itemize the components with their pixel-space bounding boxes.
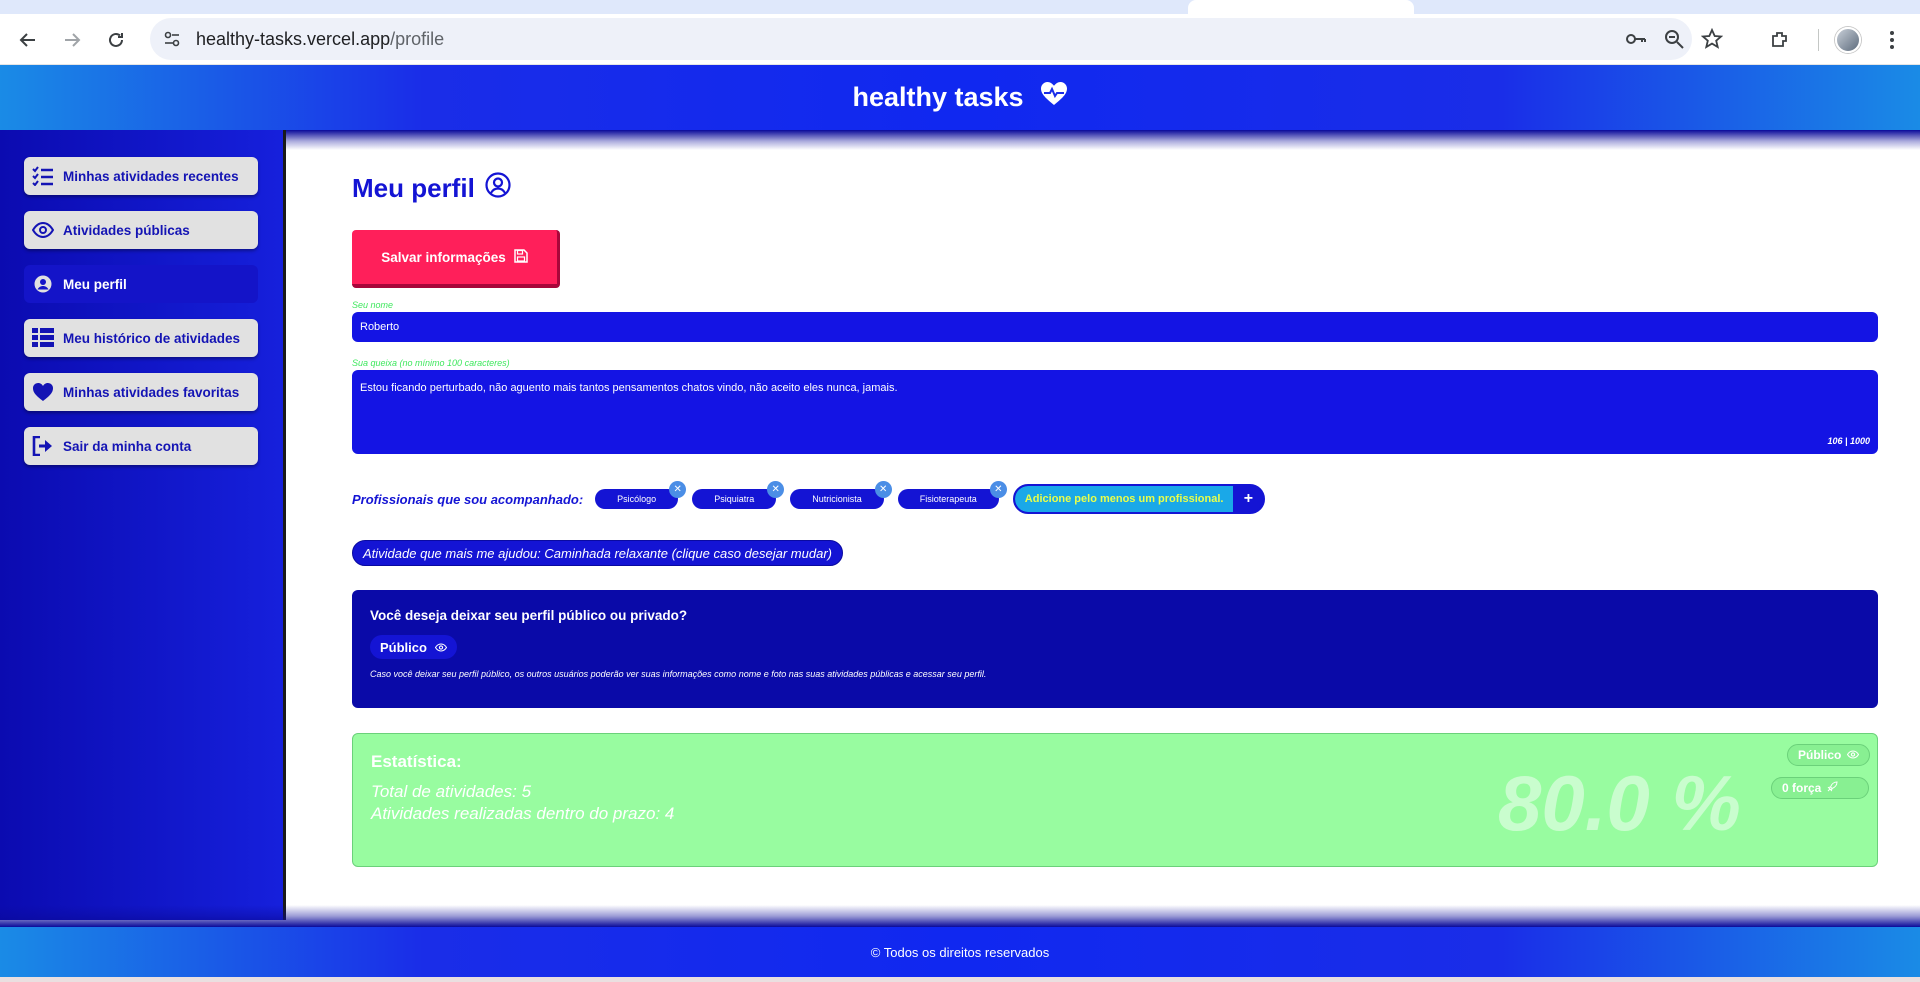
app-header: healthy tasks	[0, 65, 1920, 130]
sidebar-item-recent-activities[interactable]: Minhas atividades recentes	[24, 157, 258, 195]
sidebar-item-logout[interactable]: Sair da minha conta	[24, 427, 258, 465]
sidebar-item-activity-history[interactable]: Meu histórico de atividades	[24, 319, 258, 357]
professional-chip: Nutricionista ✕	[790, 481, 892, 509]
browser-toolbar: healthy-tasks.vercel.app/profile	[0, 14, 1920, 65]
save-button-label: Salvar informações	[381, 249, 506, 265]
checklist-icon	[32, 165, 54, 187]
professional-chip-label: Psicólogo	[617, 494, 657, 504]
footer: © Todos os direitos reservados	[0, 927, 1920, 977]
eye-icon	[32, 219, 54, 241]
footer-shadow	[0, 905, 1920, 927]
browser-active-tab[interactable]	[1188, 0, 1414, 14]
completion-percentage: 80.0 %	[1498, 759, 1741, 847]
privacy-toggle-button[interactable]: Público	[370, 635, 457, 659]
remove-chip-icon[interactable]: ✕	[669, 481, 687, 498]
professional-chip-label: Psiquiatra	[714, 494, 755, 504]
bottom-strip	[0, 977, 1920, 982]
status-badge-public: Público	[1787, 744, 1871, 766]
user-circle-icon	[485, 172, 511, 205]
header-shadow	[0, 130, 1920, 150]
sidebar-item-label: Meu perfil	[63, 276, 127, 292]
copyright-text: © Todos os direitos reservados	[870, 944, 1050, 960]
statistics-card: Estatística: Total de atividades: 5 Ativ…	[352, 733, 1878, 867]
site-settings-icon[interactable]	[162, 29, 182, 49]
floppy-disk-icon	[514, 248, 528, 266]
sidebar-item-label: Sair da minha conta	[63, 438, 192, 454]
professional-chip-label: Nutricionista	[812, 494, 862, 504]
address-bar[interactable]: healthy-tasks.vercel.app/profile	[150, 18, 1723, 60]
reload-icon[interactable]	[102, 26, 130, 54]
privacy-note: Caso você deixar seu perfil público, os …	[370, 669, 987, 679]
professional-chip-label: Fisioterapeuta	[919, 494, 977, 504]
professional-chip: Psiquiatra ✕	[692, 481, 785, 509]
sidebar: Minhas atividades recentes Atividades pú…	[0, 130, 286, 920]
char-counter: 106 | 1000	[1827, 436, 1870, 446]
sidebar-item-label: Minhas atividades favoritas	[63, 384, 240, 400]
extensions-icon[interactable]	[1766, 26, 1794, 54]
menu-dots-icon[interactable]	[1878, 26, 1906, 54]
helpful-activity-button[interactable]: Atividade que mais me ajudou: Caminhada …	[352, 540, 843, 566]
back-icon[interactable]	[14, 26, 42, 54]
complaint-label: Sua queixa (no mínimo 100 caracteres)	[352, 358, 510, 368]
status-badge-label: Público	[1798, 748, 1842, 762]
sidebar-item-label: Minhas atividades recentes	[63, 168, 239, 184]
remove-chip-icon[interactable]: ✕	[874, 481, 892, 498]
privacy-question: Você deseja deixar seu perfil público ou…	[370, 608, 688, 623]
save-button[interactable]: Salvar informações	[352, 230, 560, 288]
browser-tab-strip	[0, 0, 1920, 14]
bookmark-star-icon[interactable]	[1700, 27, 1724, 51]
professional-chip: Psicólogo ✕	[595, 481, 687, 509]
complaint-textarea[interactable]: Estou ficando perturbado, não aguento ma…	[352, 370, 1878, 454]
professional-chip: Fisioterapeuta ✕	[897, 481, 1007, 509]
user-circle-icon	[32, 273, 54, 295]
professionals-label: Profissionais que sou acompanhado:	[352, 491, 584, 507]
add-professional-control: Adicione pelo menos um profissional. +	[1012, 484, 1266, 514]
add-professional-button[interactable]: +	[1233, 486, 1263, 512]
privacy-card: Você deseja deixar seu perfil público ou…	[352, 590, 1878, 708]
sidebar-item-label: Meu histórico de atividades	[63, 330, 241, 346]
remove-chip-icon[interactable]: ✕	[767, 481, 785, 498]
sidebar-item-my-profile[interactable]: Meu perfil	[24, 265, 258, 303]
sidebar-item-public-activities[interactable]: Atividades públicas	[24, 211, 258, 249]
app-logo[interactable]: healthy tasks	[852, 81, 1067, 114]
professionals-row: Profissionais que sou acompanhado: Psicó…	[352, 481, 1266, 514]
page-title-text: Meu perfil	[352, 173, 475, 203]
heart-icon	[32, 381, 54, 403]
password-key-icon[interactable]	[1624, 27, 1648, 51]
app-title: healthy tasks	[852, 82, 1024, 112]
status-badge-label: 0 força	[1782, 781, 1822, 795]
page-title: Meu perfil	[352, 172, 511, 205]
sidebar-item-label: Atividades públicas	[63, 222, 190, 238]
complaint-text: Estou ficando perturbado, não aguento ma…	[360, 382, 898, 394]
table-list-icon	[32, 327, 54, 349]
remove-chip-icon[interactable]: ✕	[989, 481, 1007, 498]
status-badge-force: 0 força	[1771, 777, 1869, 799]
eye-icon	[434, 640, 448, 655]
logout-icon	[32, 435, 54, 457]
divider	[1804, 26, 1832, 54]
name-input[interactable]: Roberto	[352, 312, 1878, 342]
rocket-icon	[1827, 781, 1838, 795]
url-text: healthy-tasks.vercel.app/profile	[196, 29, 445, 49]
zoom-icon[interactable]	[1662, 27, 1686, 51]
add-professional-select[interactable]: Adicione pelo menos um profissional.	[1014, 486, 1234, 512]
profile-avatar[interactable]	[1834, 26, 1862, 54]
name-label: Seu nome	[352, 300, 394, 310]
eye-icon	[1847, 748, 1860, 762]
forward-icon[interactable]	[58, 26, 86, 54]
heart-pulse-icon	[1040, 81, 1068, 114]
privacy-toggle-label: Público	[380, 639, 427, 655]
sidebar-item-favorite-activities[interactable]: Minhas atividades favoritas	[24, 373, 258, 411]
